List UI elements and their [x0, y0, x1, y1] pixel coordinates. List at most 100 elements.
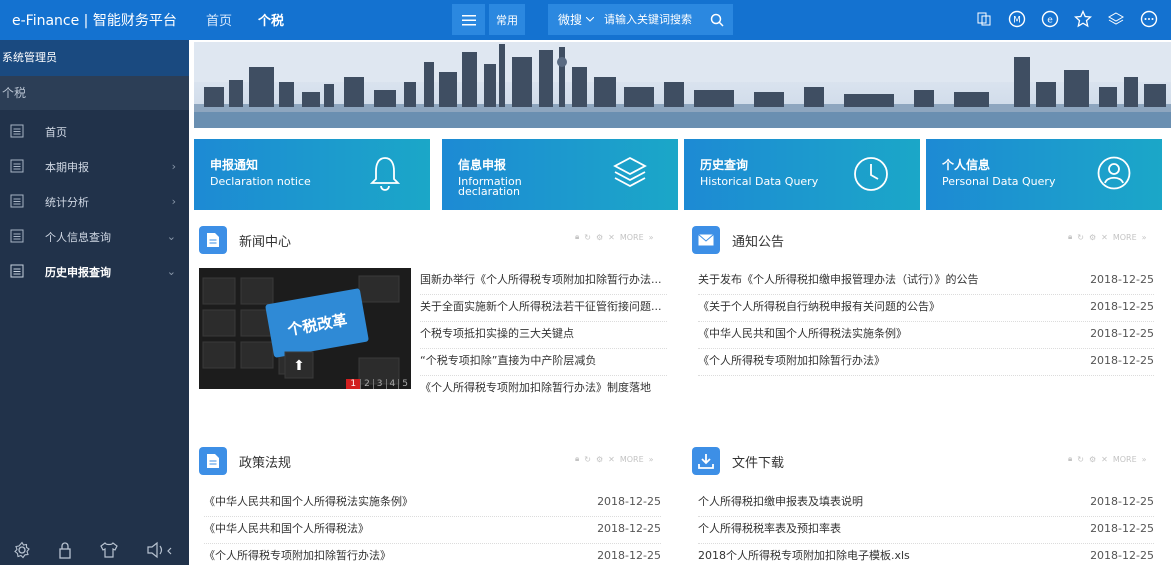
more-icon[interactable] [1139, 9, 1159, 29]
search-box: 微搜 [548, 4, 733, 35]
policy-item[interactable]: 《中华人民共和国个人所得税法实施条例》 2018-12-25 [204, 490, 661, 517]
sidebar-item-statistics[interactable]: 统计分析 › [0, 184, 189, 219]
panel-title: 新闻中心 [239, 234, 292, 250]
more-link[interactable]: MORE [1113, 233, 1137, 242]
refresh-icon[interactable]: ↻ [584, 233, 591, 242]
pager-5[interactable]: 5 [398, 379, 411, 389]
policy-item[interactable]: 《中华人民共和国个人所得税法》 2018-12-25 [204, 517, 661, 544]
close-icon[interactable]: ✕ [608, 455, 615, 464]
more-link[interactable]: MORE [620, 455, 644, 464]
notice-date: 2018-12-25 [1090, 300, 1154, 313]
more-link[interactable]: MORE [620, 233, 644, 242]
notice-item[interactable]: 《关于个人所得税自行纳税申报有关问题的公告》 2018-12-25 [698, 295, 1154, 322]
news-doc-icon [199, 226, 227, 254]
policy-panel-header: 政策法规 [199, 447, 291, 475]
notice-panel-header: 通知公告 [692, 226, 784, 254]
news-item[interactable]: 国新办举行《个人所得税专项附加扣除暂行办法... [420, 268, 667, 295]
download-title: 个人所得税税率表及预扣率表 [698, 522, 841, 535]
pager-2[interactable]: 2 [360, 379, 373, 389]
news-title: 个税专项抵扣实操的三大关键点 [420, 327, 574, 340]
download-panel-header: 文件下载 [692, 447, 784, 475]
refresh-icon[interactable]: ↻ [1077, 455, 1084, 464]
gear-icon[interactable]: ⚙ [1089, 233, 1096, 242]
sidebar-item-label: 历史申报查询 [45, 265, 111, 279]
notice-item[interactable]: 《个人所得税专项附加扣除暂行办法》 2018-12-25 [698, 349, 1154, 376]
mail-icon [692, 226, 720, 254]
notice-title: 关于发布《个人所得税扣缴申报管理办法（试行）》的公告 [698, 273, 979, 286]
settings-icon[interactable] [13, 541, 31, 559]
card-declaration-notice[interactable]: 申报通知 Declaration notice [194, 139, 430, 210]
close-icon[interactable]: ✕ [1101, 233, 1108, 242]
switch-icon[interactable] [974, 9, 994, 29]
gear-icon[interactable]: ⚙ [596, 233, 603, 242]
download-icon [692, 447, 720, 475]
search-mode-dropdown[interactable]: 微搜 [548, 11, 604, 28]
card-historical-query[interactable]: 历史查询 Historical Data Query [684, 139, 920, 210]
lock-icon[interactable]: 🔒︎ [575, 454, 579, 464]
sidebar-item-personal-info[interactable]: 个人信息查询 ⌄ [0, 219, 189, 254]
news-item[interactable]: 关于全面实施新个人所得税法若干征管衔接问题... [420, 295, 667, 322]
refresh-icon[interactable]: ↻ [1077, 233, 1084, 242]
download-item[interactable]: 个人所得税扣缴申报表及填表说明 2018-12-25 [698, 490, 1154, 517]
lock-icon[interactable]: 🔒︎ [575, 232, 579, 242]
document-icon [10, 264, 24, 278]
gear-icon[interactable]: ⚙ [1089, 455, 1096, 464]
notice-item[interactable]: 《中华人民共和国个人所得税法实施条例》 2018-12-25 [698, 322, 1154, 349]
sidebar-section-title: 个税 [0, 76, 189, 110]
notice-date: 2018-12-25 [1090, 327, 1154, 340]
card-subtitle: Historical Data Query [700, 175, 819, 188]
gear-icon[interactable]: ⚙ [596, 455, 603, 464]
document-icon [10, 229, 24, 243]
sidebar-item-history[interactable]: 历史申报查询 ⌄ [0, 254, 189, 289]
policy-title: 《中华人民共和国个人所得税法》 [204, 522, 369, 535]
layers-icon[interactable] [1106, 9, 1126, 29]
star-icon[interactable] [1073, 9, 1093, 29]
m-circle-icon[interactable]: M [1007, 9, 1027, 29]
pager-1[interactable]: 1 [346, 379, 361, 389]
shirt-icon[interactable] [99, 541, 119, 559]
pager-4[interactable]: 4 [385, 379, 399, 389]
search-input[interactable] [604, 13, 704, 26]
news-panel-header: 新闻中心 [199, 226, 291, 254]
notice-item[interactable]: 关于发布《个人所得税扣缴申报管理办法（试行）》的公告 2018-12-25 [698, 268, 1154, 295]
refresh-icon[interactable]: ↻ [584, 455, 591, 464]
lock-icon[interactable]: 🔒︎ [1068, 232, 1072, 242]
nav-home[interactable]: 首页 [206, 10, 232, 29]
notice-title: 《个人所得税专项附加扣除暂行办法》 [698, 354, 885, 367]
double-chevron-icon: » [648, 454, 654, 464]
document-icon [10, 124, 24, 138]
double-chevron-icon: » [1141, 454, 1147, 464]
news-item[interactable]: 个税专项抵扣实操的三大关键点 [420, 322, 667, 349]
lock-icon[interactable] [58, 541, 72, 559]
sidebar: 系统管理员 个税 首页 本期申报 › 统计分析 › 个人信息查询 ⌄ 历史申报查… [0, 40, 189, 565]
panel-tools: 🔒︎ ↻ ⚙ ✕ MORE » [1068, 454, 1147, 464]
close-icon[interactable]: ✕ [1101, 455, 1108, 464]
download-title: 2018个人所得税专项附加扣除电子模板.xls [698, 549, 910, 562]
card-personal-info[interactable]: 个人信息 Personal Data Query [926, 139, 1162, 210]
download-item[interactable]: 个人所得税税率表及预扣率表 2018-12-25 [698, 517, 1154, 544]
panel-title: 文件下载 [732, 455, 785, 471]
news-item[interactable]: 《个人所得税专项附加扣除暂行办法》制度落地 [420, 376, 667, 403]
search-icon[interactable] [704, 13, 730, 27]
sidebar-item-current-declaration[interactable]: 本期申报 › [0, 149, 189, 184]
ie-browser-icon[interactable]: e [1040, 9, 1060, 29]
top-nav: 首页 个税 [206, 10, 284, 29]
card-information-declaration[interactable]: 信息申报 Information declaration [442, 139, 678, 210]
menu-button[interactable] [452, 4, 485, 35]
notice-date: 2018-12-25 [1090, 273, 1154, 286]
news-image-carousel[interactable]: 个税改革 ⬆ 1 2 3 4 5 [199, 268, 411, 389]
panel-tools: 🔒︎ ↻ ⚙ ✕ MORE » [1068, 232, 1147, 242]
news-item[interactable]: “个税专项扣除”直接为中产阶层减负 [420, 349, 667, 376]
common-button[interactable]: 常用 [489, 4, 525, 35]
pager-3[interactable]: 3 [372, 379, 386, 389]
lock-icon[interactable]: 🔒︎ [1068, 454, 1072, 464]
nav-tax[interactable]: 个税 [258, 10, 284, 29]
download-item[interactable]: 2018个人所得税专项附加扣除电子模板.xls 2018-12-25 [698, 544, 1154, 571]
sidebar-item-home[interactable]: 首页 [0, 114, 189, 149]
policy-item[interactable]: 《个人所得税专项附加扣除暂行办法》 2018-12-25 [204, 544, 661, 571]
more-link[interactable]: MORE [1113, 455, 1137, 464]
speaker-icon[interactable] [146, 541, 176, 559]
skyline-image [194, 42, 1171, 128]
close-icon[interactable]: ✕ [608, 233, 615, 242]
download-title: 个人所得税扣缴申报表及填表说明 [698, 495, 863, 508]
